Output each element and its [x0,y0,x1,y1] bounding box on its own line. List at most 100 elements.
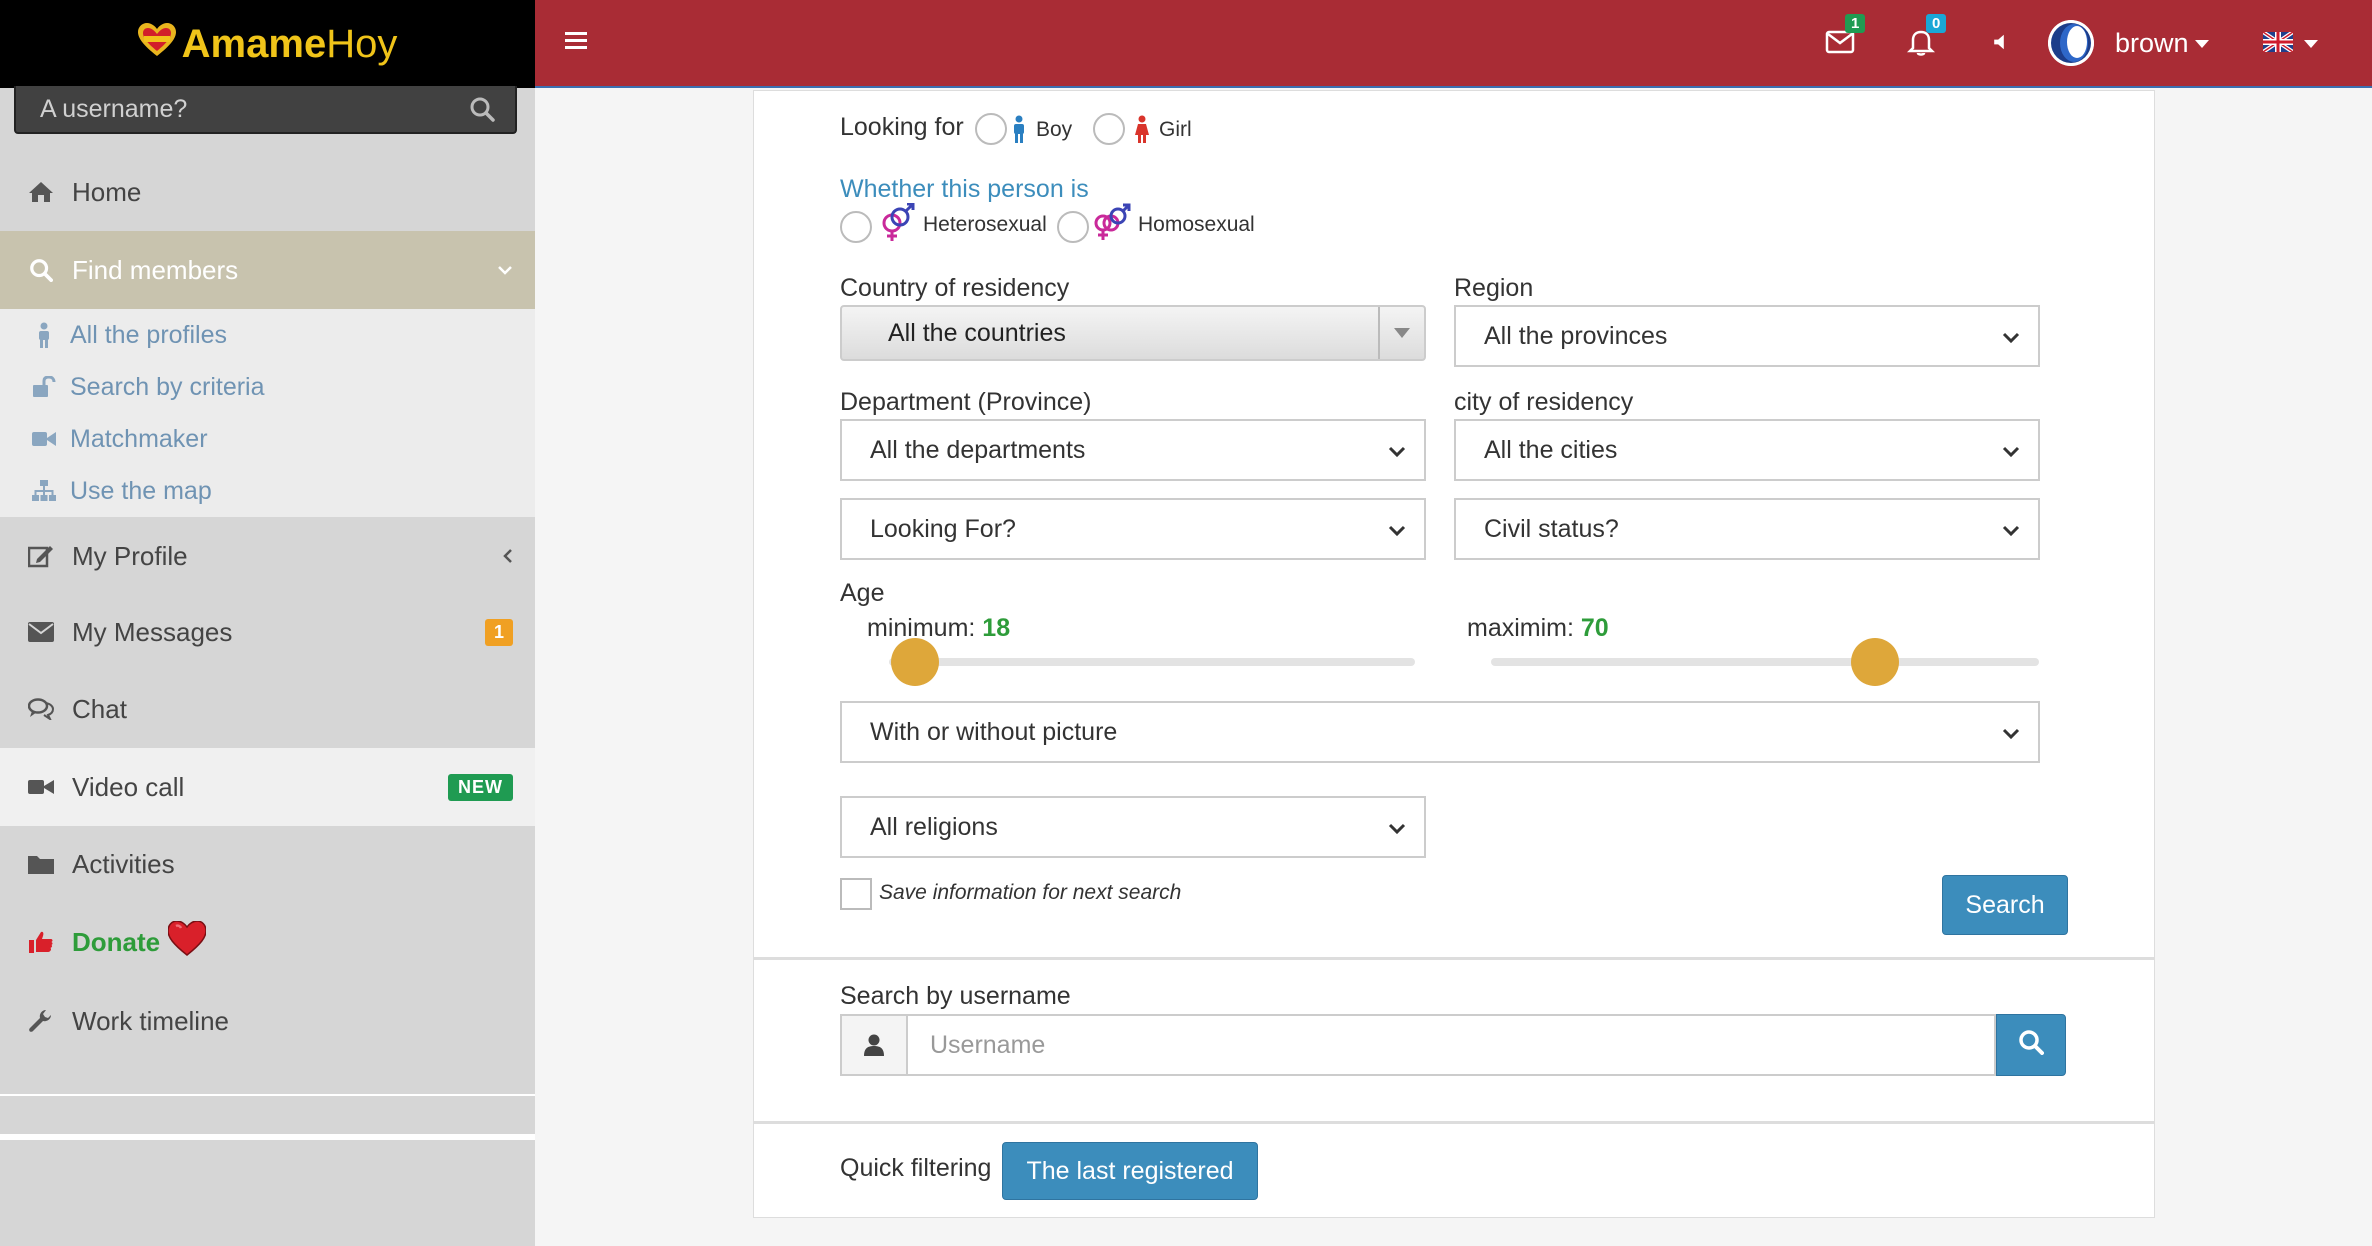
uk-flag-icon[interactable] [2261,30,2295,54]
department-select-value: All the departments [870,435,1086,464]
chevron-down-icon [2002,718,2020,747]
sidebar-item-find-members[interactable]: Find members [0,231,535,309]
sidebar-item-work-timeline[interactable]: Work timeline [0,995,535,1047]
country-select[interactable]: All the countries [840,305,1426,361]
username-input[interactable] [908,1016,1994,1074]
male-icon [32,322,56,348]
top-navbar: 1 0 brown [535,0,2372,88]
last-registered-button[interactable]: The last registered [1002,1142,1258,1200]
username-search-panel: Search by username [753,958,2155,1122]
girl-radio[interactable] [1093,113,1125,145]
girl-label: Girl [1159,118,1192,141]
caret-down-icon[interactable] [2195,40,2209,48]
thumbs-up-icon [26,927,56,957]
sidebar-subitem-map[interactable]: Use the map [0,465,535,517]
chevron-down-icon [1388,515,1406,544]
looking-for-label: Looking for [840,113,964,141]
looking-for-select[interactable]: Looking For? [840,498,1426,560]
age-min-slider-track[interactable] [889,658,1415,666]
sidebar-item-chat[interactable]: Chat [0,683,535,735]
department-select[interactable]: All the departments [840,419,1426,481]
chevron-left-icon [503,548,513,564]
notifications-count-badge: 0 [1926,14,1947,33]
sidebar-item-activities[interactable]: Activities [0,838,535,890]
avatar[interactable] [2048,20,2094,66]
envelope-icon [26,617,56,647]
heterosexual-radio[interactable] [840,211,872,243]
sidebar-item-my-profile[interactable]: My Profile [0,530,535,582]
chevron-down-icon [2002,436,2020,465]
folder-icon [26,849,56,879]
heterosexual-label: Heterosexual [923,213,1047,236]
sidebar-subitem-matchmaker[interactable]: Matchmaker [0,413,535,465]
civil-status-select[interactable]: Civil status? [1454,498,2040,560]
sidebar-item-label: Work timeline [72,1005,230,1036]
search-button[interactable]: Search [1942,875,2068,935]
orientation-label: Whether this person is [840,175,1089,203]
sidebar-item-my-messages[interactable]: My Messages 1 [0,606,535,658]
age-max-label: maximim: [1467,614,1574,642]
homosexual-radio[interactable] [1057,211,1089,243]
picture-select[interactable]: With or without picture [840,701,2040,763]
sidebar-search-input[interactable] [40,94,469,124]
unlock-icon [32,374,56,400]
region-select-value: All the provinces [1484,321,1668,350]
volume-off-icon[interactable] [1985,26,2019,60]
age-max-slider-thumb[interactable] [1851,638,1899,686]
sidebar-search [14,86,517,134]
sidebar-item-label: My Profile [72,540,188,571]
sidebar-item-video-call[interactable]: Video call NEW [0,748,535,826]
sidebar-item-label: Find members [72,254,239,285]
new-badge: NEW [448,773,513,801]
religion-select-value: All religions [870,812,998,841]
region-select[interactable]: All the provinces [1454,305,2040,367]
sidebar-item-label: Home [72,176,142,207]
sidebar-item-label: Activities [72,848,175,879]
city-select[interactable]: All the cities [1454,419,2040,481]
brand-name-light: Hoy [326,21,398,66]
age-min-slider-thumb[interactable] [891,638,939,686]
age-max-value: 70 [1580,614,1609,642]
search-icon[interactable] [469,96,495,122]
looking-for-select-value: Looking For? [870,514,1016,543]
sidebar-divider [0,1134,535,1140]
boy-label: Boy [1036,118,1073,141]
religion-select[interactable]: All religions [840,796,1426,858]
age-max-slider-track[interactable] [1491,658,2039,666]
home-icon [26,177,56,207]
sidebar-item-home[interactable]: Home [0,166,535,218]
age-min-readout: minimum: 18 [867,614,1010,643]
sidebar-subitem-label: All the profiles [70,320,228,349]
country-label: Country of residency [840,274,1070,302]
heterosexual-icon [878,202,916,248]
username-search-label: Search by username [840,982,1071,1010]
search-icon [26,255,56,285]
sidebar-item-label: Chat [72,693,127,724]
sidebar-item-label: Video call [72,771,185,802]
caret-down-icon[interactable] [2304,40,2318,48]
boy-radio[interactable] [975,113,1007,145]
age-label: Age [840,579,885,607]
hamburger-menu-icon[interactable] [565,30,589,52]
user-icon [842,1016,908,1074]
edit-icon [26,541,56,571]
heart-icon [167,919,207,964]
department-label: Department (Province) [840,388,1092,416]
heart-logo-icon [137,22,176,66]
user-menu-name[interactable]: brown [2115,28,2189,59]
quick-filter-panel: Quick filtering The last registered [753,1122,2155,1218]
sitemap-icon [32,478,56,504]
logo[interactable]: Amame Hoy [0,0,535,88]
sidebar-item-donate[interactable]: Donate [0,916,535,968]
homosexual-icon [1091,203,1131,248]
chevron-down-icon [497,265,513,275]
sidebar-subitem-all-profiles[interactable]: All the profiles [0,309,535,361]
homosexual-label: Homosexual [1138,213,1255,236]
picture-select-value: With or without picture [870,717,1118,746]
username-input-group [840,1014,1996,1076]
username-search-button[interactable] [1996,1014,2066,1076]
save-search-checkbox[interactable] [840,878,872,910]
region-label: Region [1454,274,1534,302]
sidebar-subitem-search-criteria[interactable]: Search by criteria [0,361,535,413]
sidebar-item-label: My Messages [72,616,233,647]
